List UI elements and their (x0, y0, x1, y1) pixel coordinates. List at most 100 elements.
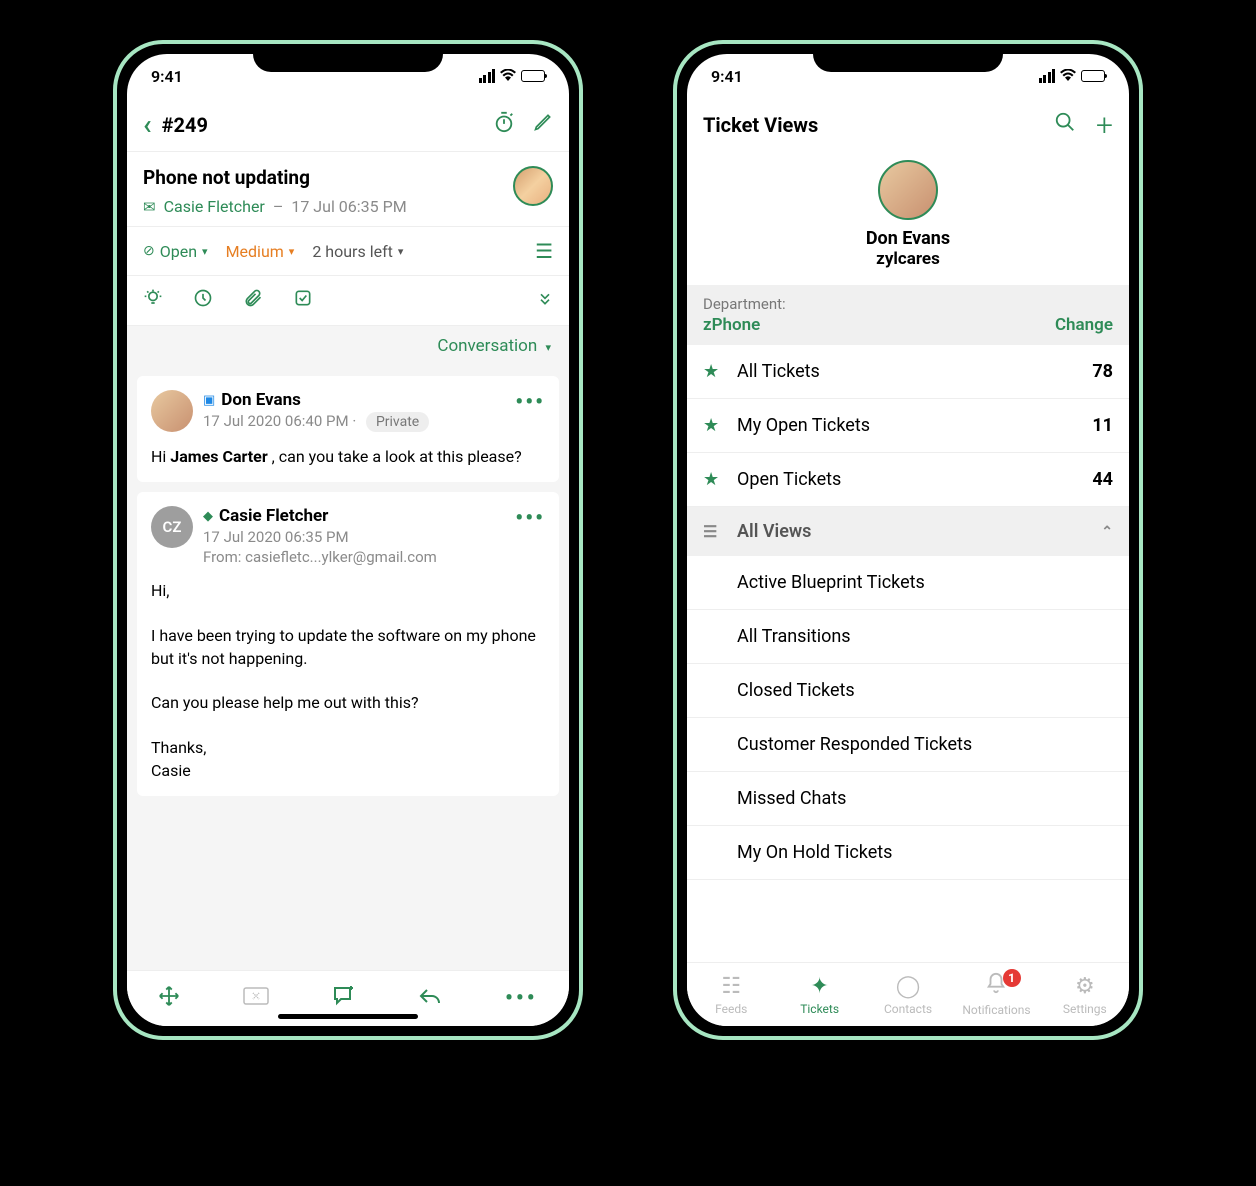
signal-icon (479, 69, 496, 83)
requester-avatar[interactable] (513, 166, 553, 206)
move-icon[interactable] (158, 985, 180, 1013)
department-value: zPhone (703, 315, 786, 335)
ticket-status-dropdown[interactable]: ⊘ Open ▾ (143, 242, 208, 261)
visibility-badge: Private (366, 412, 429, 432)
conversation-message[interactable]: ••• CZ ◆ Casie Fletcher 17 Jul 2020 06:3… (137, 492, 559, 796)
department-label: Department: (703, 295, 786, 313)
tab-contacts[interactable]: ◯ Contacts (864, 963, 952, 1026)
status-label: Open (160, 242, 197, 261)
view-row-all-tickets[interactable]: All Tickets 78 (687, 345, 1129, 399)
search-icon[interactable] (1054, 111, 1076, 139)
profile-avatar (878, 160, 938, 220)
ticket-properties-row: ⊘ Open ▾ Medium ▾ 2 hours left ▾ ☰ (127, 227, 569, 276)
message-body: Hi James Carter , can you take a look at… (151, 446, 545, 468)
view-row[interactable]: Active Blueprint Tickets (687, 556, 1129, 610)
back-button[interactable]: ‹ (143, 108, 152, 141)
conversation-list[interactable]: ••• ▣ Don Evans 17 Jul 2020 06:40 PM · P… (127, 366, 569, 970)
message-body: Hi, I have been trying to update the sof… (151, 580, 545, 782)
message-text: , can you take a look at this please? (268, 447, 522, 466)
message-author-name: Don Evans (221, 390, 301, 410)
ticket-number: #249 (162, 113, 475, 137)
tab-notifications[interactable]: 1 Notifications (952, 963, 1040, 1026)
status-indicators (1039, 67, 1106, 85)
view-count: 11 (1092, 415, 1113, 436)
message-from-address: From: casiefletc...ylker@gmail.com (203, 548, 545, 566)
device-notch (253, 44, 443, 72)
tab-label: Contacts (884, 1002, 932, 1016)
properties-menu-icon[interactable]: ☰ (535, 239, 553, 263)
meta-dot: · (352, 412, 360, 430)
profile-org: zylcares (687, 249, 1129, 269)
gear-icon: ⚙ (1075, 974, 1095, 999)
battery-icon (1081, 70, 1105, 82)
lightbulb-icon[interactable] (143, 288, 163, 313)
view-label: Open Tickets (737, 469, 841, 490)
conversation-filter-label: Conversation (437, 336, 537, 356)
view-count: 44 (1092, 469, 1113, 490)
view-label: Active Blueprint Tickets (737, 572, 925, 593)
message-timestamp: 17 Jul 2020 06:40 PM (203, 412, 349, 430)
view-row[interactable]: My On Hold Tickets (687, 826, 1129, 880)
ticket-requester-link[interactable]: Casie Fletcher (164, 197, 265, 216)
attachment-icon[interactable] (243, 288, 263, 313)
add-icon[interactable]: + (1096, 108, 1113, 143)
notification-badge: 1 (1003, 969, 1021, 987)
timer-icon[interactable] (493, 111, 515, 139)
ticket-header: ‹ #249 (127, 98, 569, 152)
close-ticket-icon[interactable] (243, 986, 269, 1011)
contacts-icon: ◯ (896, 974, 921, 999)
tickets-icon: ✦ (810, 974, 828, 999)
message-options-icon[interactable]: ••• (515, 390, 545, 415)
ticket-due-dropdown[interactable]: 2 hours left ▾ (312, 242, 403, 261)
department-bar: Department: zPhone Change (687, 285, 1129, 345)
tab-tickets[interactable]: ✦ Tickets (775, 963, 863, 1026)
phone-frame-ticket-views: 9:41 Ticket Views + Don Evans zylcares (673, 40, 1143, 1040)
view-row-open-tickets[interactable]: Open Tickets 44 (687, 453, 1129, 507)
section-label: All Views (737, 521, 811, 542)
all-views-section-header[interactable]: All Views ⌃ (687, 507, 1129, 556)
view-label: My Open Tickets (737, 415, 870, 436)
meta-separator: – (273, 197, 284, 216)
more-actions-icon[interactable]: ••• (505, 986, 538, 1011)
change-department-link[interactable]: Change (1055, 315, 1113, 335)
view-row[interactable]: Customer Responded Tickets (687, 718, 1129, 772)
approval-icon[interactable] (293, 288, 313, 313)
view-row-my-open-tickets[interactable]: My Open Tickets 11 (687, 399, 1129, 453)
status-indicators (479, 67, 546, 85)
message-options-icon[interactable]: ••• (515, 506, 545, 531)
message-author-avatar: CZ (151, 506, 193, 548)
caret-down-icon: ▾ (398, 245, 404, 258)
edit-icon[interactable] (533, 112, 553, 138)
conversation-filter-dropdown[interactable]: Conversation ▾ (127, 326, 569, 366)
views-list[interactable]: All Tickets 78 My Open Tickets 11 Open T… (687, 345, 1129, 962)
channel-email-icon: ◆ (203, 509, 213, 524)
caret-down-icon: ▾ (202, 245, 208, 258)
ticket-subject: Phone not updating (143, 166, 553, 189)
tab-feeds[interactable]: ☷ Feeds (687, 963, 775, 1026)
comment-icon[interactable] (332, 985, 356, 1013)
wifi-icon (500, 67, 516, 85)
screen-ticket-views: 9:41 Ticket Views + Don Evans zylcares (687, 54, 1129, 1026)
view-row[interactable]: All Transitions (687, 610, 1129, 664)
view-label: Closed Tickets (737, 680, 855, 701)
view-label: Missed Chats (737, 788, 846, 809)
caret-down-icon: ▾ (545, 341, 551, 354)
ticket-priority-dropdown[interactable]: Medium ▾ (226, 242, 295, 261)
view-row[interactable]: Closed Tickets (687, 664, 1129, 718)
tab-label: Notifications (962, 1003, 1030, 1017)
chevron-up-icon: ⌃ (1101, 524, 1113, 540)
caret-down-icon: ▾ (289, 245, 295, 258)
signal-icon (1039, 69, 1056, 83)
time-entry-icon[interactable] (193, 288, 213, 313)
bottom-tabbar: ☷ Feeds ✦ Tickets ◯ Contacts 1 Notificat… (687, 962, 1129, 1026)
wifi-icon (1060, 67, 1076, 85)
home-indicator (278, 1014, 418, 1019)
view-label: Customer Responded Tickets (737, 734, 972, 755)
reply-icon[interactable] (418, 986, 442, 1012)
tab-settings[interactable]: ⚙ Settings (1041, 963, 1129, 1026)
view-row[interactable]: Missed Chats (687, 772, 1129, 826)
ticket-requested-time: 17 Jul 06:35 PM (291, 197, 406, 216)
conversation-message[interactable]: ••• ▣ Don Evans 17 Jul 2020 06:40 PM · P… (137, 376, 559, 482)
expand-down-icon[interactable] (537, 291, 553, 311)
profile-block[interactable]: Don Evans zylcares (687, 152, 1129, 285)
